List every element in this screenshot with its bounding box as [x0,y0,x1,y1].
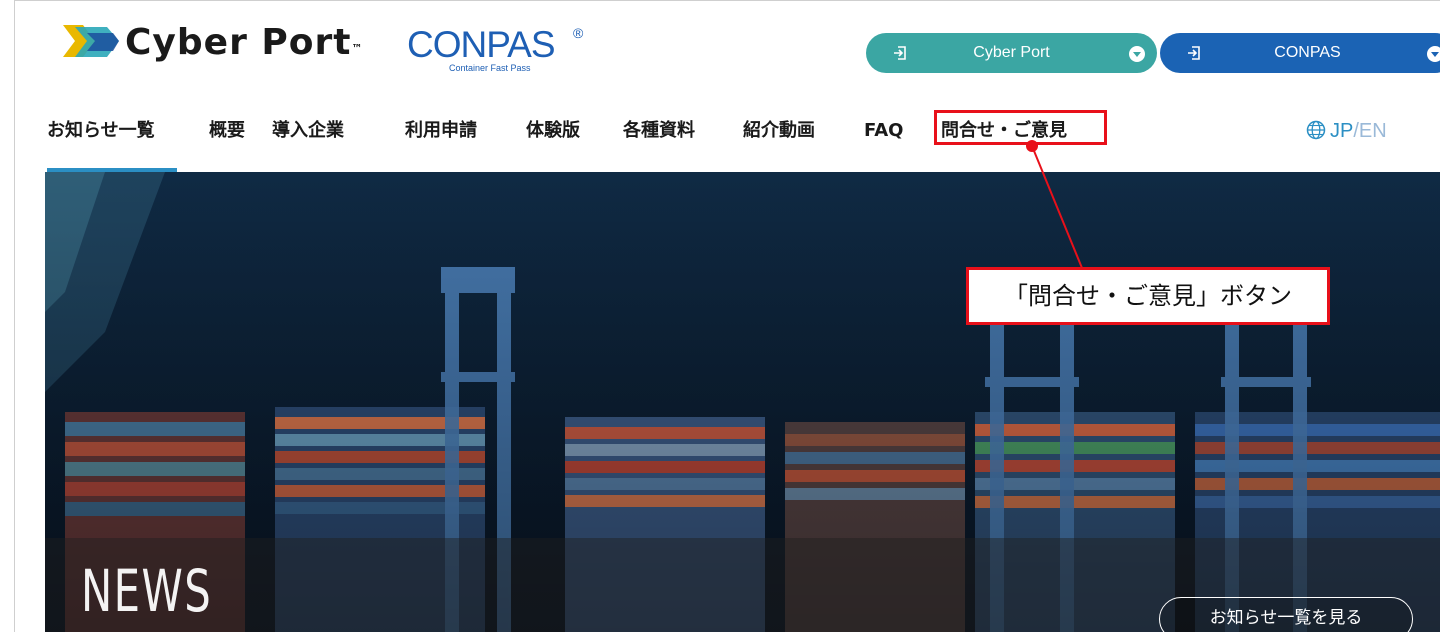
nav-item-documents[interactable]: 各種資料 [623,119,695,143]
nav-item-faq[interactable]: FAQ [864,119,903,143]
conpas-login-button[interactable]: CONPAS [1160,33,1440,73]
cyberport-login-label: Cyber Port [973,44,1050,61]
conpas-login-label: CONPAS [1274,44,1341,61]
conpas-logo-text: CONPAS [407,24,556,65]
header: Cyber Port™ CONPAS ® Container Fast Pass… [15,1,1440,97]
main-nav: お知らせ一覧 概要 導入企業 利用申請 体験版 各種資料 紹介動画 FAQ 問合… [15,97,1440,172]
annotation-callout: 「問合せ・ご意見」ボタン [966,267,1330,325]
conpas-logo[interactable]: CONPAS ® Container Fast Pass [407,23,597,77]
globe-icon [1306,120,1326,140]
lang-jp[interactable]: JP [1330,120,1353,142]
conpas-logo-subtitle: Container Fast Pass [449,63,531,73]
nav-item-adopters[interactable]: 導入企業 [272,119,344,143]
nav-item-news-list[interactable]: お知らせ一覧 [47,119,155,143]
cyberport-logo-mark [63,25,119,57]
nav-item-trial[interactable]: 体験版 [526,119,580,143]
news-heading: NEWS [81,557,213,625]
chevron-down-icon [1129,46,1145,62]
cyberport-login-button[interactable]: Cyber Port [866,33,1157,73]
view-news-list-button[interactable]: お知らせ一覧を見る [1159,597,1413,632]
conpas-registered-mark: ® [573,25,584,41]
lang-en[interactable]: EN [1359,120,1387,142]
cyberport-logo-text[interactable]: Cyber Port™ [125,23,363,63]
annotation-highlight-box [934,110,1107,145]
hero-banner: NEWS お知らせ一覧を見る [45,172,1440,632]
nav-item-application[interactable]: 利用申請 [405,119,477,143]
nav-item-overview[interactable]: 概要 [209,119,245,143]
nav-item-videos[interactable]: 紹介動画 [743,119,815,143]
language-switcher[interactable]: JP/EN [1306,118,1387,144]
chevron-down-icon [1427,46,1440,62]
